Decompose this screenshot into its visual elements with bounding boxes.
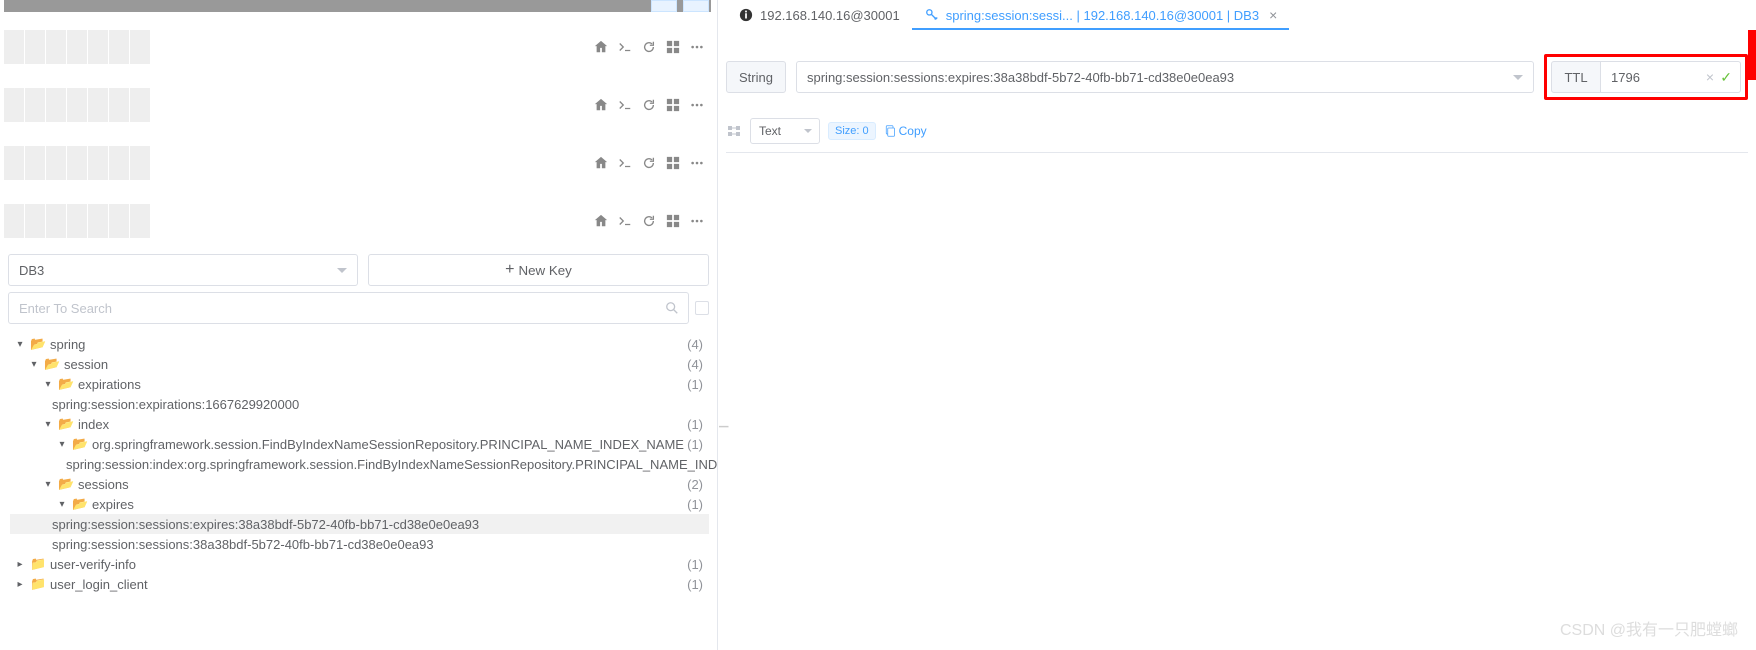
ttl-confirm-icon[interactable]: ✓: [1720, 69, 1732, 86]
terminal-icon[interactable]: [617, 39, 633, 55]
connection-row[interactable]: [4, 18, 709, 76]
tree-folder-expirations[interactable]: ▾📂expirations(1): [10, 374, 709, 394]
ttl-label: TTL: [1551, 61, 1601, 93]
tree-folder-index-principal[interactable]: ▾📂org.springframework.session.FindByInde…: [10, 434, 709, 454]
refresh-icon[interactable]: [641, 213, 657, 229]
more-icon[interactable]: [689, 155, 705, 171]
close-icon[interactable]: ×: [1269, 7, 1277, 23]
key-type-label: String: [726, 61, 786, 93]
blurred-bar: [4, 0, 711, 12]
left-panel: DB3 +New Key ▾📂spring(4) ▾📂session(4) ▾📂…: [0, 0, 718, 650]
binary-icon[interactable]: [726, 123, 742, 139]
watermark-text: CSDN @我有一只肥螳螂: [1560, 616, 1738, 640]
search-icon[interactable]: [664, 300, 680, 316]
tree-folder-uvi[interactable]: ▸📁user-verify-info(1): [10, 554, 709, 574]
split-handle[interactable]: ||: [718, 425, 729, 426]
top-button-2[interactable]: [683, 0, 709, 12]
new-key-label: New Key: [519, 263, 572, 278]
grid-icon[interactable]: [665, 155, 681, 171]
tab-bar: 192.168.140.16@30001 spring:session:sess…: [726, 0, 1748, 32]
tree-folder-spring[interactable]: ▾📂spring(4): [10, 334, 709, 354]
connection-row[interactable]: [4, 192, 709, 250]
tree-key-expirations[interactable]: spring:session:expirations:1667629920000: [10, 394, 709, 414]
ttl-highlight-box: TTL 1796 × ✓: [1544, 54, 1748, 100]
view-mode-select[interactable]: Text: [750, 118, 820, 144]
tab-server[interactable]: 192.168.140.16@30001: [726, 2, 912, 30]
tab-label: 192.168.140.16@30001: [760, 8, 900, 23]
more-icon[interactable]: [689, 39, 705, 55]
tree-key-expires-selected[interactable]: spring:session:sessions:expires:38a38bdf…: [10, 514, 709, 534]
tree-folder-ulc[interactable]: ▸📁user_login_client(1): [10, 574, 709, 594]
key-tree: ▾📂spring(4) ▾📂session(4) ▾📂expirations(1…: [0, 330, 717, 650]
more-icon[interactable]: [689, 213, 705, 229]
search-toggle-checkbox[interactable]: [695, 301, 709, 315]
tree-folder-sessions[interactable]: ▾📂sessions(2): [10, 474, 709, 494]
refresh-icon[interactable]: [641, 155, 657, 171]
terminal-icon[interactable]: [617, 97, 633, 113]
terminal-icon[interactable]: [617, 155, 633, 171]
copy-button[interactable]: Copy: [884, 124, 927, 138]
connection-row[interactable]: [4, 76, 709, 134]
tab-label: spring:session:sessi... | 192.168.140.16…: [946, 8, 1259, 23]
key-name-input[interactable]: spring:session:sessions:expires:38a38bdf…: [796, 61, 1534, 93]
key-icon: [924, 7, 940, 23]
refresh-icon[interactable]: [641, 39, 657, 55]
grid-icon[interactable]: [665, 39, 681, 55]
ttl-input[interactable]: 1796 × ✓: [1601, 61, 1741, 93]
top-button-1[interactable]: [651, 0, 677, 12]
grid-icon[interactable]: [665, 97, 681, 113]
tree-key-sessions[interactable]: spring:session:sessions:38a38bdf-5b72-40…: [10, 534, 709, 554]
tree-folder-expires[interactable]: ▾📂expires(1): [10, 494, 709, 514]
size-badge: Size: 0: [828, 122, 876, 140]
home-icon[interactable]: [593, 97, 609, 113]
terminal-icon[interactable]: [617, 213, 633, 229]
new-key-button[interactable]: +New Key: [368, 254, 709, 286]
db-select-value: DB3: [19, 263, 44, 278]
home-icon[interactable]: [593, 39, 609, 55]
home-icon[interactable]: [593, 213, 609, 229]
info-icon: [738, 7, 754, 23]
more-icon[interactable]: [689, 97, 705, 113]
tree-key-index[interactable]: spring:session:index:org.springframework…: [10, 454, 709, 474]
grid-icon[interactable]: [665, 213, 681, 229]
db-select[interactable]: DB3: [8, 254, 358, 286]
ttl-clear-icon[interactable]: ×: [1706, 69, 1714, 85]
home-icon[interactable]: [593, 155, 609, 171]
red-edge-annotation: [1748, 30, 1756, 80]
tree-folder-index[interactable]: ▾📂index(1): [10, 414, 709, 434]
search-input-wrap: [8, 292, 689, 324]
tree-folder-session[interactable]: ▾📂session(4): [10, 354, 709, 374]
search-input[interactable]: [19, 301, 678, 316]
connection-row[interactable]: [4, 134, 709, 192]
tab-key-detail[interactable]: spring:session:sessi... | 192.168.140.16…: [912, 2, 1290, 30]
value-content-area[interactable]: [726, 152, 1748, 572]
right-panel: 192.168.140.16@30001 spring:session:sess…: [718, 0, 1756, 650]
refresh-icon[interactable]: [641, 97, 657, 113]
